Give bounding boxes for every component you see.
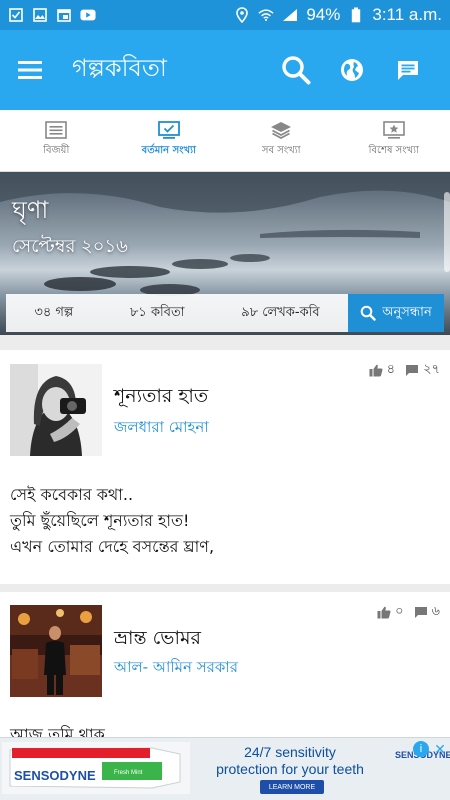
clock: 3:11 a.m. [372,5,442,24]
ad-info-icon[interactable]: i [413,741,429,757]
image-icon [32,7,48,23]
issue-stats: ৩৪ গল্প ৮১ কবিতা ৯৮ লেখক-কবি [6,294,348,332]
issue-banner[interactable]: ঘৃণা সেপ্টেম্বর ২০১৬ ৩৪ গল্প ৮১ কবিতা ৯৮… [0,172,450,335]
tab-current-issue[interactable]: বর্তমান সংখ্যা [113,110,226,171]
search-icon [280,54,312,86]
story-meta: ০ ৬ [377,602,440,623]
monitor-icon [157,121,180,139]
signal-icon [282,7,298,23]
message-button[interactable] [384,46,432,94]
wifi-icon [258,7,274,23]
ad-product-label: Fresh Mint [114,770,143,776]
story-title[interactable]: শূন্যতার হাত [114,382,208,414]
status-right-icons: 94% 3:11 a.m. [234,5,442,25]
app-title: গল্পকবিতা [72,54,167,82]
star-image-icon [382,121,405,139]
like-count: ০ [395,604,404,619]
like-icon [377,606,391,619]
comment-count: ৬ [431,604,440,619]
excerpt-line: এখন তোমার দেহে বসন্তের ঘ্রাণ, [10,537,215,556]
message-icon [396,58,420,82]
toothpaste-image: SENSODYNE Fresh Mint [2,742,190,794]
author-photo [10,364,102,456]
ad-banner[interactable]: SENSODYNE Fresh Mint 24/7 sensitivity pr… [0,737,450,800]
poems-count: ৮১ কবিতা [129,304,185,320]
ad-headline: 24/7 sensitivity [244,744,336,760]
globe-icon [340,58,364,82]
like-icon [369,364,383,377]
story-meta: ৪ ২৭ [369,360,440,381]
banner-scroll-indicator [444,192,450,272]
story-author[interactable]: আল- আমিন সরকার [114,656,238,681]
list-icon [45,121,68,139]
tab-label: বিশেষ সংখ্যা [368,145,419,156]
story-card[interactable]: শূন্যতার হাত জলধারা মোহনা ৪ ২৭ সেই কবেকা… [0,350,450,584]
check-square-icon [8,7,24,23]
battery-percent: 94% [306,5,341,24]
calendar-icon [56,7,72,23]
search-icon [360,305,376,321]
search-label: অনুসন্ধান [382,304,432,320]
tab-special-issues[interactable]: বিশেষ সংখ্যা [338,110,450,171]
ad-close-icon[interactable]: ✕ [432,741,448,757]
battery-icon [348,7,364,23]
story-author[interactable]: জলধারা মোহনা [114,416,209,441]
status-bar: 94% 3:11 a.m. [0,0,450,30]
issue-title: ঘৃণা [12,196,49,224]
writers-count: ৯৮ লেখক-কবি [241,304,320,320]
ad-brand-wordmark: SENSODYNE [14,768,96,783]
tab-winners[interactable]: বিজয়ী [0,110,113,171]
excerpt-line: সেই কবেকার কথা.. [10,485,134,504]
stories-count: ৩৪ গল্প [34,304,74,320]
tab-all-issues[interactable]: সব সংখ্যা [225,110,338,171]
excerpt-line: তুমি ছুঁয়েছিলে শূন্যতার হাত! [10,511,190,530]
comment-count: ২৭ [423,362,440,377]
issue-date: সেপ্টেম্বর ২০১৬ [12,236,128,257]
issue-search-button[interactable]: অনুসন্ধান [348,294,444,332]
youtube-icon [80,7,96,23]
author-photo [10,605,102,697]
tab-label: বর্তমান সংখ্যা [141,145,196,156]
tab-label: সব সংখ্যা [261,145,301,156]
like-count: ৪ [386,362,396,377]
story-excerpt: সেই কবেকার কথা.. তুমি ছুঁয়েছিলে শূন্যতা… [10,482,214,560]
app-bar: গল্পকবিতা [0,30,450,110]
tab-bar: বিজয়ী বর্তমান সংখ্যা সব সংখ্যা বিশেষ সং… [0,110,450,172]
search-button[interactable] [272,46,320,94]
menu-icon[interactable] [18,61,42,79]
location-icon [234,7,250,23]
layers-icon [270,121,292,139]
ad-subheadline: protection for your teeth [216,761,364,777]
tab-label: বিজয়ী [43,145,70,156]
ad-learn-more-button[interactable]: LEARN MORE [260,780,324,794]
globe-button[interactable] [328,46,376,94]
story-title[interactable]: ভ্রান্ত ভোমর [114,624,201,656]
status-left-icons [8,7,96,23]
comment-icon [414,606,428,619]
comment-icon [405,364,419,377]
